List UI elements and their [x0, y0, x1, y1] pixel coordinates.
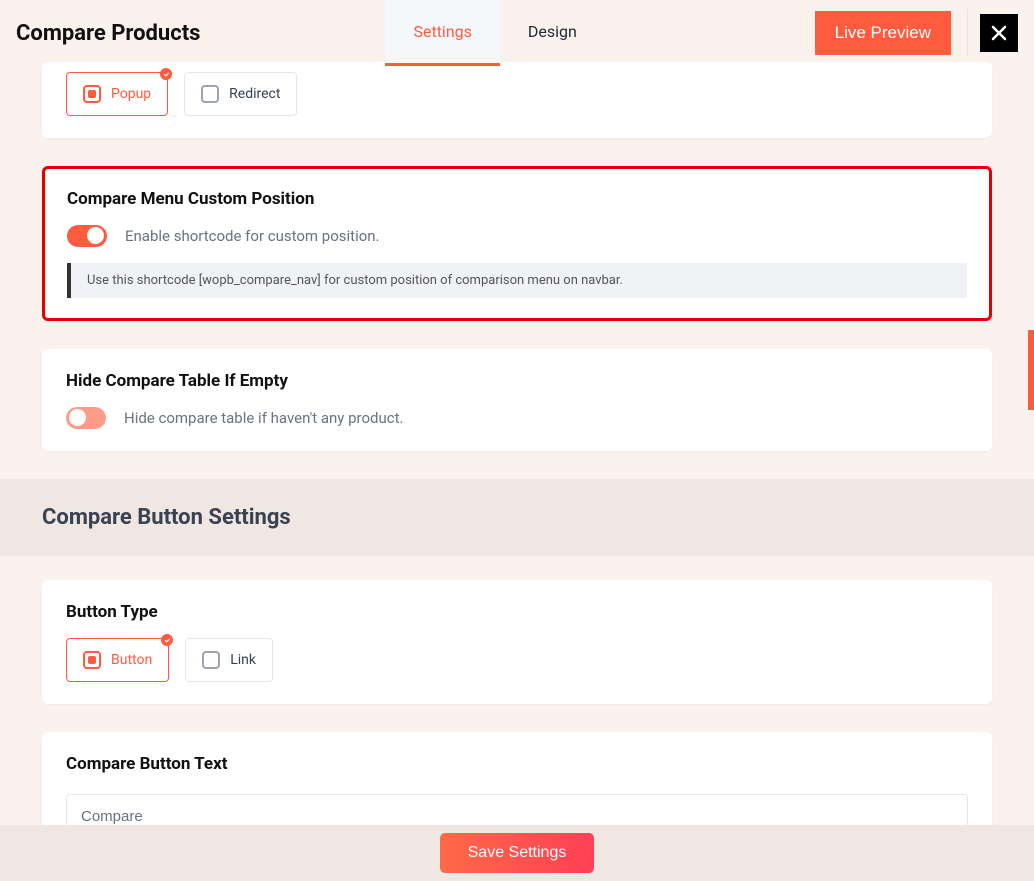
hide-empty-card: Hide Compare Table If Empty Hide compare… — [42, 349, 992, 451]
tab-settings[interactable]: Settings — [385, 0, 499, 66]
button-type-card: Button Type Button Link — [42, 580, 992, 704]
toggle-label: Hide compare table if haven't any produc… — [124, 409, 403, 427]
tab-design[interactable]: Design — [500, 0, 605, 66]
checkbox-icon — [83, 85, 101, 103]
option-redirect[interactable]: Redirect — [184, 72, 297, 116]
option-button[interactable]: Button — [66, 638, 169, 682]
close-button[interactable] — [980, 14, 1018, 52]
section-heading: Compare Menu Custom Position — [67, 189, 967, 209]
option-popup[interactable]: Popup — [66, 72, 168, 116]
section-heading: Hide Compare Table If Empty — [66, 371, 968, 391]
section-heading: Compare Button Text — [66, 754, 968, 774]
tabs: Settings Design — [385, 0, 604, 66]
option-label: Redirect — [229, 86, 280, 102]
custom-position-card: Compare Menu Custom Position Enable shor… — [42, 166, 992, 321]
option-label: Link — [230, 652, 256, 668]
scroll-indicator — [1028, 330, 1034, 410]
header: Compare Products Settings Design Live Pr… — [0, 0, 1034, 66]
section-band: Compare Button Settings — [0, 479, 1034, 556]
divider — [967, 9, 968, 57]
toggle-row: Hide compare table if haven't any produc… — [66, 407, 968, 429]
check-badge-icon — [160, 68, 172, 80]
option-label: Popup — [111, 86, 151, 102]
toggle-label: Enable shortcode for custom position. — [125, 227, 380, 245]
checkbox-icon — [201, 85, 219, 103]
content: Popup Redirect Compare Menu Custom Posit… — [0, 62, 1034, 861]
toggle-row: Enable shortcode for custom position. — [67, 225, 967, 247]
section-heading: Button Type — [66, 602, 968, 622]
option-label: Button — [111, 652, 152, 668]
section-title: Compare Button Settings — [42, 505, 992, 530]
button-type-options: Button Link — [66, 638, 968, 682]
hide-empty-toggle[interactable] — [66, 407, 106, 429]
live-preview-button[interactable]: Live Preview — [815, 11, 951, 55]
footer: Save Settings — [0, 825, 1034, 881]
action-after-compare-card: Popup Redirect — [42, 62, 992, 138]
option-link[interactable]: Link — [185, 638, 273, 682]
close-icon — [991, 25, 1007, 41]
page-title: Compare Products — [16, 21, 200, 46]
save-settings-button[interactable]: Save Settings — [440, 833, 595, 873]
custom-position-toggle[interactable] — [67, 225, 107, 247]
checkbox-icon — [202, 651, 220, 669]
check-badge-icon — [161, 634, 173, 646]
action-options: Popup Redirect — [66, 72, 968, 116]
shortcode-info: Use this shortcode [wopb_compare_nav] fo… — [67, 263, 967, 298]
checkbox-icon — [83, 651, 101, 669]
